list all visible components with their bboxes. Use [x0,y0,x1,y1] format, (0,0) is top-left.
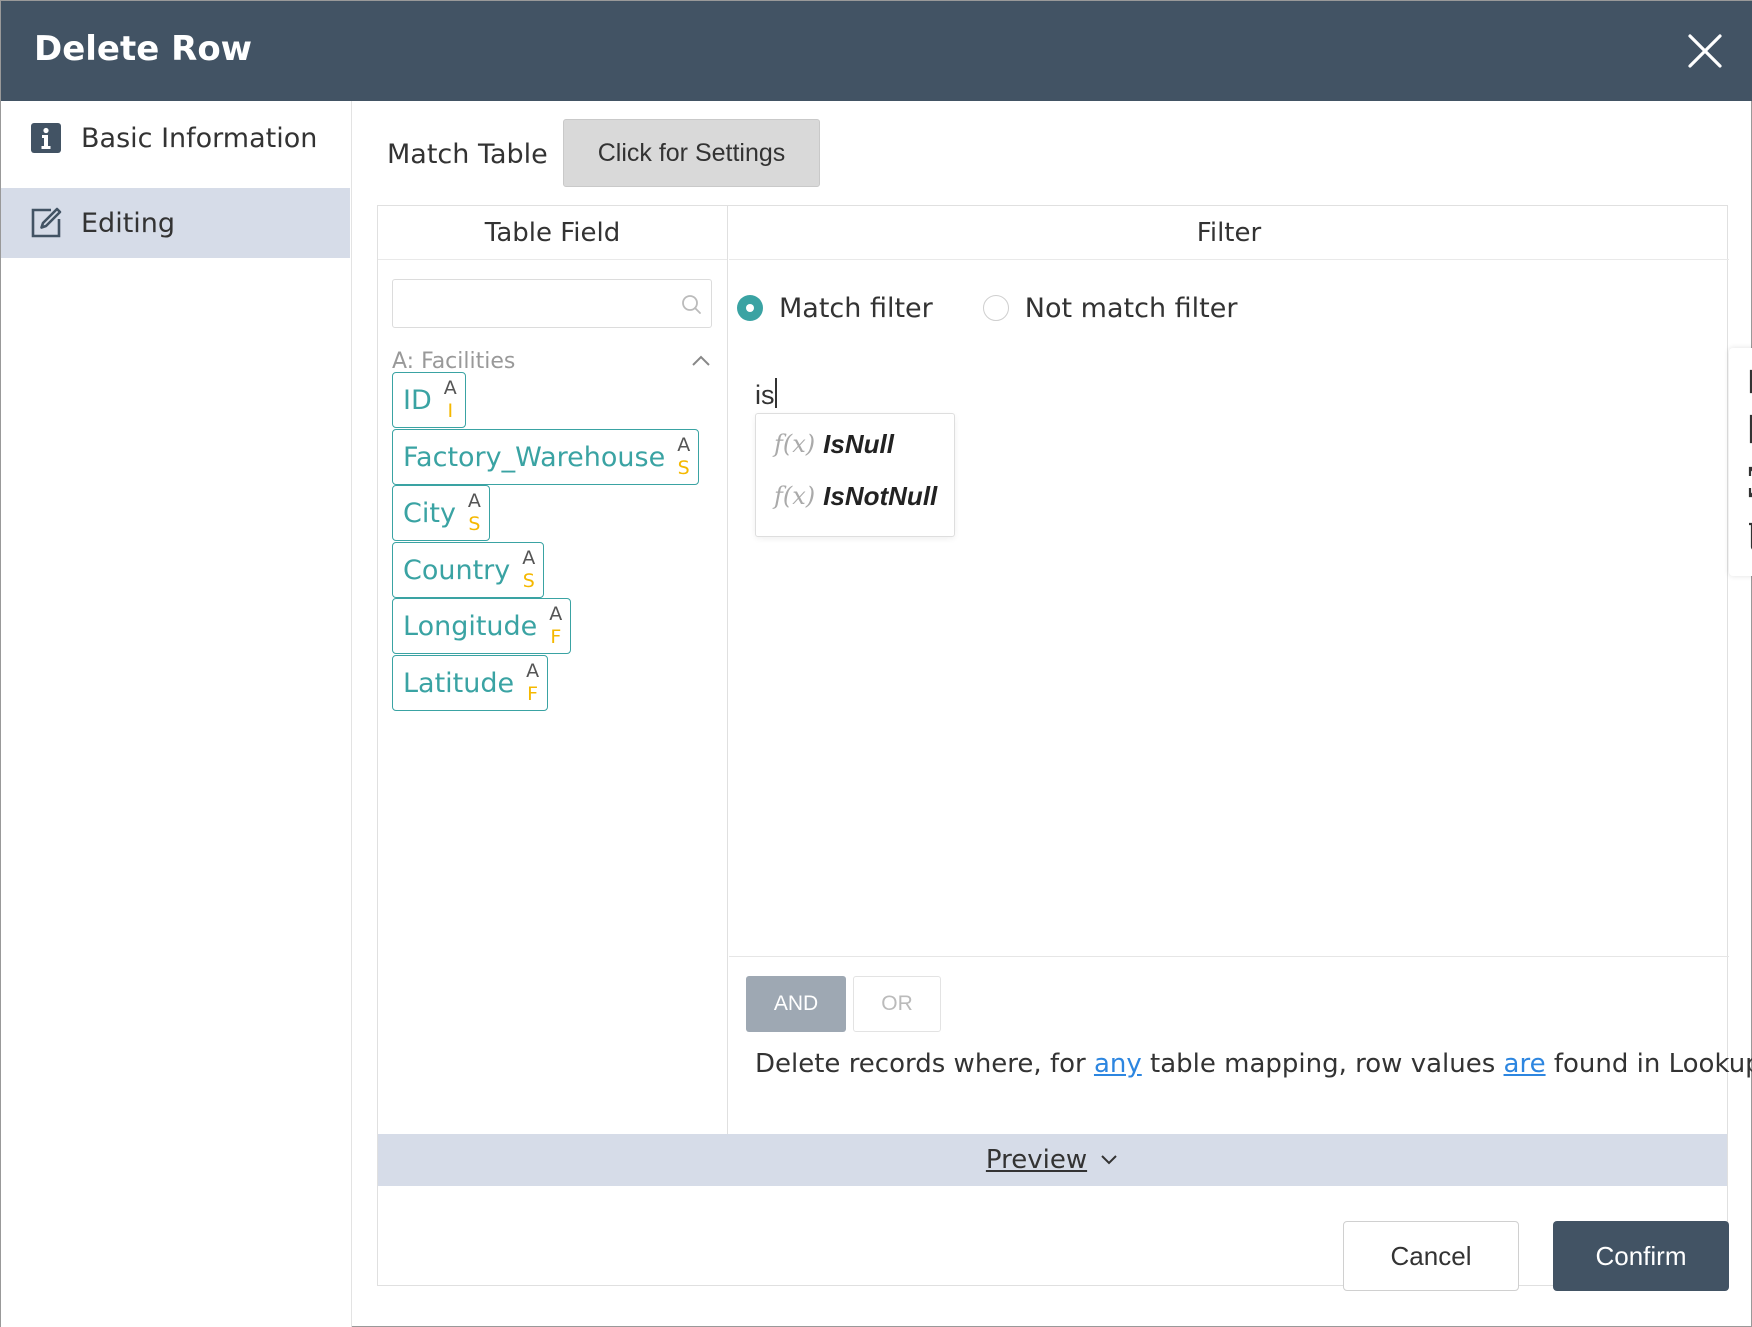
cancel-button[interactable]: Cancel [1343,1221,1519,1291]
preview-toggle[interactable]: Preview [378,1134,1727,1186]
autocomplete-dropdown: f(x) IsNull f(x) IsNotNull [755,413,955,537]
field-chip-country[interactable]: Country A S [392,542,545,598]
field-type-tags: A S [522,549,535,591]
chevron-up-icon[interactable] [690,350,712,372]
copy-icon[interactable] [1746,360,1752,396]
search-icon [680,293,702,315]
match-table-label: Match Table [387,139,548,170]
delete-row-dialog: Delete Row Basic Information Editing Mat… [0,0,1752,1327]
sidebar-item-basic-information[interactable]: Basic Information [1,103,350,173]
suggestion-isnull[interactable]: f(x) IsNull [774,424,894,464]
dialog-title: Delete Row [34,29,253,69]
radio-unchecked-icon [982,295,1009,321]
field-type-tags: A F [549,605,562,647]
radio-checked-icon [737,295,763,321]
edit-icon [29,206,63,240]
suggestion-name: IsNotNull [823,480,938,511]
not-match-filter-radio[interactable]: Not match filter [982,292,1238,324]
field-tag-bottom: S [677,457,690,479]
filter-mode-radio-group: Match filter Not match filter [737,288,1287,328]
field-name: Factory_Warehouse [403,441,666,473]
click-for-settings-button[interactable]: Click for Settings [563,119,820,187]
suggestion-isnotnull[interactable]: f(x) IsNotNull [774,476,937,516]
description-text: Delete records where, for [755,1049,1094,1079]
function-icon: f(x) [774,482,816,510]
description-text: table mapping, row values [1141,1049,1504,1079]
trash-icon[interactable] [1746,516,1752,552]
field-tag-top: A [522,547,536,569]
function-icon: f(x) [774,430,816,458]
dialog-titlebar: Delete Row [1,1,1752,101]
table-field-header: Table Field [378,206,727,260]
field-tag-bottom: F [550,626,562,648]
field-type-tags: A I [444,379,457,421]
are-link[interactable]: are [1504,1049,1546,1079]
field-tag-top: A [443,377,457,399]
radio-label: Match filter [779,292,933,324]
field-name: ID [403,384,432,416]
sidebar: Basic Information Editing [1,101,352,1327]
radio-label: Not match filter [1024,292,1238,324]
field-search-input[interactable] [392,279,712,328]
preview-label: Preview [985,1145,1088,1175]
chevron-down-icon [1099,1150,1119,1170]
field-type-tags: A S [468,492,481,534]
filter-header: Filter [729,206,1729,260]
info-icon [29,121,63,155]
sidebar-item-label: Basic Information [81,122,318,154]
field-tag-bottom: S [468,513,481,535]
field-type-tags: A F [526,662,539,704]
field-tag-bottom: S [522,570,535,592]
field-name: Latitude [403,667,515,699]
field-name: City [403,497,456,529]
sidebar-item-label: Editing [81,207,176,239]
suggestion-name: IsNull [823,428,894,459]
field-name: Longitude [403,610,538,642]
field-chip-id[interactable]: ID A I [392,372,466,428]
field-tag-top: A [677,434,691,456]
field-tag-top: A [467,490,481,512]
field-tag-top: A [549,603,563,625]
filter-expression-editor[interactable]: is [755,378,777,411]
field-chip-city[interactable]: City A S [392,485,490,541]
field-chip-longitude[interactable]: Longitude A F [392,598,572,654]
description-text: found in Lookup. [1545,1049,1752,1079]
match-filter-radio[interactable]: Match filter [737,293,933,324]
text-caret [774,378,777,408]
logic-area: AND OR Delete records where, for any tab… [729,956,1752,1134]
expand-icon[interactable] [1746,464,1752,500]
confirm-button[interactable]: Confirm [1553,1221,1729,1291]
filter-panel: Table Field A: Facilities ID A I Factory… [377,205,1752,1286]
paste-icon[interactable] [1746,412,1752,448]
sidebar-item-editing[interactable]: Editing [1,188,350,258]
close-icon[interactable] [1687,33,1723,69]
and-button[interactable]: AND [746,976,846,1032]
expression-text: is [755,380,775,410]
main-content: Match Table Click for Settings Table Fie… [353,101,1752,1327]
field-type-tags: A S [677,436,690,478]
field-name: Country [403,554,511,586]
field-group-label: A: Facilities [392,349,516,374]
field-tag-bottom: F [527,683,539,705]
or-button[interactable]: OR [853,976,941,1032]
any-link[interactable]: any [1094,1049,1142,1079]
field-tag-top: A [526,660,540,682]
editor-toolbar [1729,348,1752,576]
field-chip-latitude[interactable]: Latitude A F [392,655,549,711]
field-chip-factory-warehouse[interactable]: Factory_Warehouse A S [392,429,700,485]
filter-description: Delete records where, for any table mapp… [755,1049,1752,1079]
table-field-column: Table Field A: Facilities ID A I Factory… [378,206,728,1134]
field-tag-bottom: I [447,400,454,422]
